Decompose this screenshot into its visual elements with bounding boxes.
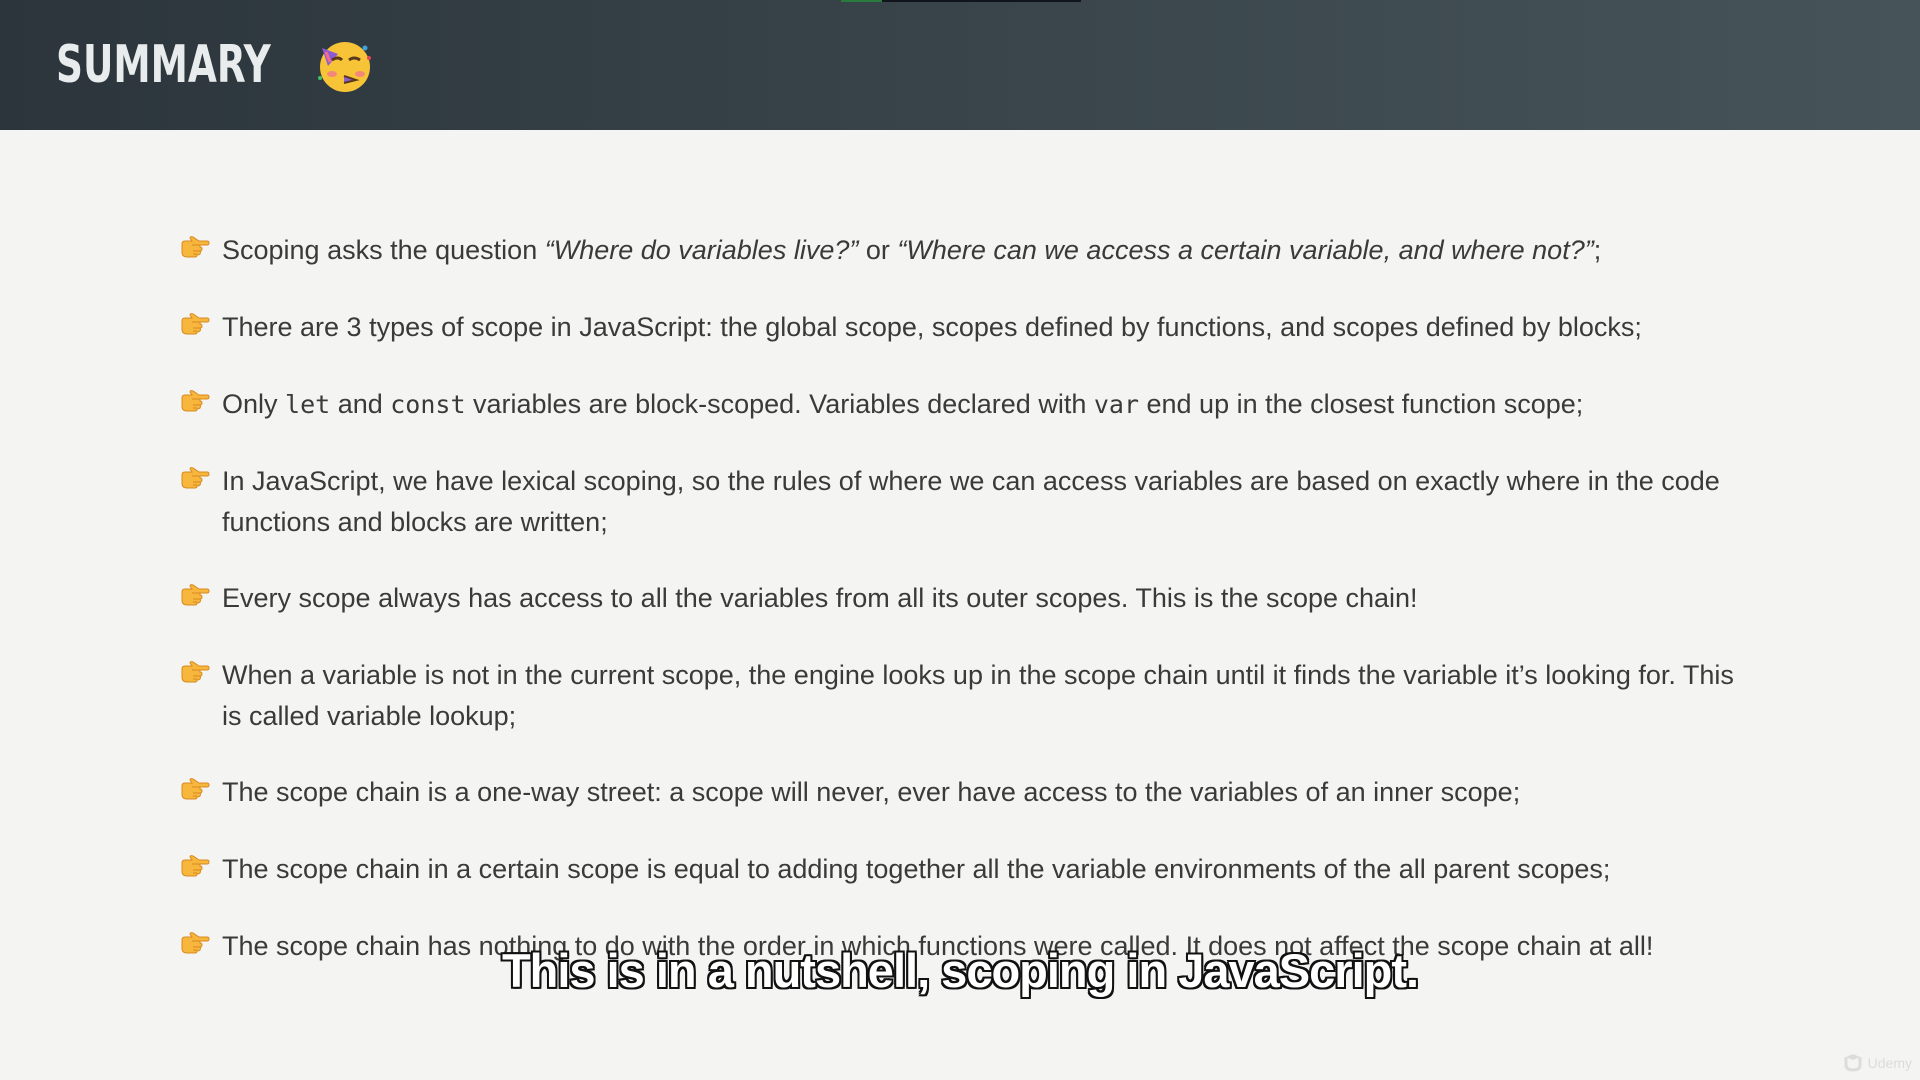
code-let: let: [285, 390, 331, 419]
bullet-text: In JavaScript, we have lexical scoping, …: [222, 466, 1720, 537]
bullet-text: The scope chain in a certain scope is eq…: [222, 854, 1611, 884]
video-subtitle: This is in a nutshell, scoping in JavaSc…: [501, 944, 1419, 997]
code-var: var: [1093, 390, 1139, 419]
summary-list: Scoping asks the question “Where do vari…: [0, 0, 1920, 1080]
bullet-text: Scoping asks the question “Where do vari…: [222, 235, 1602, 265]
bullet-text: Only let and const variables are block-s…: [222, 389, 1584, 419]
bullet-text: Every scope always has access to all the…: [222, 583, 1418, 613]
bullet-text: The scope chain is a one-way street: a s…: [222, 777, 1521, 807]
pointing-hand-icon: [180, 313, 210, 335]
udemy-watermark: Udemy: [1842, 1054, 1912, 1072]
bullet-text: There are 3 types of scope in JavaScript…: [222, 312, 1642, 342]
udemy-logo-icon: [1844, 1054, 1862, 1072]
pointing-hand-icon: [180, 661, 210, 683]
pointing-hand-icon: [180, 855, 210, 877]
pointing-hand-icon: [180, 236, 210, 258]
watermark-text: Udemy: [1867, 1055, 1912, 1071]
code-const: const: [390, 390, 466, 419]
pointing-hand-icon: [180, 778, 210, 800]
bullet-text: When a variable is not in the current sc…: [222, 660, 1734, 731]
pointing-hand-icon: [180, 584, 210, 606]
pointing-hand-icon: [180, 467, 210, 489]
pointing-hand-icon: [180, 390, 210, 412]
